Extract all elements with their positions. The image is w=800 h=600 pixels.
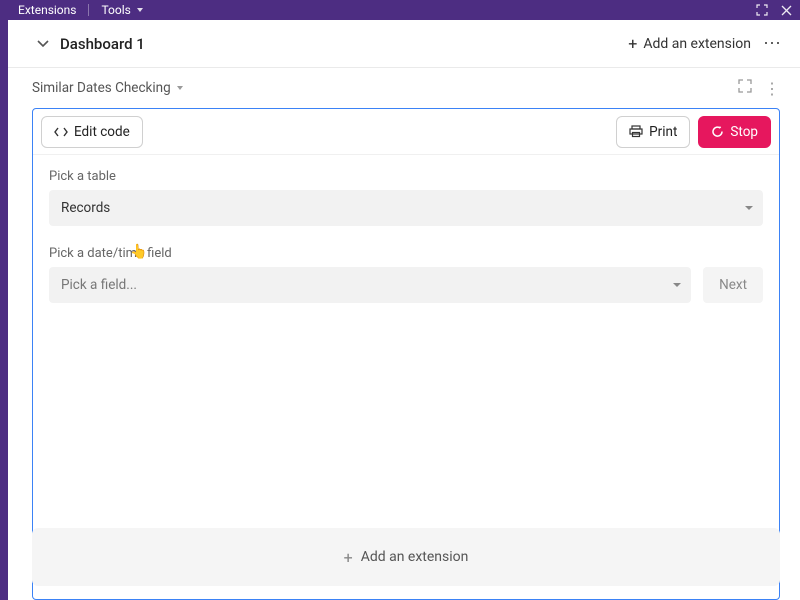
menu-extensions-label: Extensions xyxy=(18,3,76,17)
refresh-icon xyxy=(711,125,724,138)
extension-more-icon[interactable]: ⋮ xyxy=(764,79,780,98)
extension-title-row: Similar Dates Checking ⋮ xyxy=(8,68,800,108)
edit-code-label: Edit code xyxy=(74,124,130,140)
caret-down-icon xyxy=(673,283,681,287)
menu-extensions[interactable]: Extensions xyxy=(18,3,76,17)
extension-panel: Edit code Print Stop Pick a table Record… xyxy=(32,108,780,600)
table-field-label: Pick a table xyxy=(49,169,763,184)
print-icon xyxy=(629,125,643,138)
add-extension-top-label: Add an extension xyxy=(643,36,751,52)
code-icon xyxy=(54,126,68,138)
datetime-select-placeholder: Pick a field... xyxy=(61,277,137,293)
add-extension-footer-button[interactable]: + Add an extension xyxy=(32,528,780,586)
expand-icon[interactable] xyxy=(738,79,752,97)
plus-icon: + xyxy=(344,548,353,567)
app-top-bar: Extensions Tools xyxy=(0,0,800,20)
add-extension-footer-label: Add an extension xyxy=(361,549,469,565)
app-left-border xyxy=(0,0,8,600)
menu-tools[interactable]: Tools xyxy=(101,3,142,17)
extension-name-label: Similar Dates Checking xyxy=(32,80,171,96)
add-extension-top-button[interactable]: + Add an extension xyxy=(628,36,751,52)
caret-down-icon xyxy=(745,206,753,210)
table-select[interactable]: Records xyxy=(49,190,763,226)
stop-button[interactable]: Stop xyxy=(698,116,771,148)
datetime-select[interactable]: Pick a field... xyxy=(49,267,691,303)
menu-tools-label: Tools xyxy=(101,3,130,17)
chevron-down-icon xyxy=(177,86,183,90)
dashboard-header: Dashboard 1 + Add an extension ⋯ xyxy=(8,20,800,68)
stop-label: Stop xyxy=(730,124,758,140)
edit-code-button[interactable]: Edit code xyxy=(41,116,143,148)
datetime-field-label: Pick a date/time field xyxy=(49,246,763,261)
extension-toolbar: Edit code Print Stop xyxy=(33,109,779,155)
collapse-toggle[interactable] xyxy=(34,35,52,53)
chevron-down-icon xyxy=(137,8,143,12)
print-button[interactable]: Print xyxy=(616,116,690,148)
print-label: Print xyxy=(649,124,677,140)
more-menu-button[interactable]: ⋯ xyxy=(763,33,780,54)
next-button-label: Next xyxy=(719,277,747,293)
dashboard-title: Dashboard 1 xyxy=(60,35,145,53)
close-icon[interactable] xyxy=(778,2,794,18)
next-button[interactable]: Next xyxy=(703,267,763,303)
extension-name-dropdown[interactable]: Similar Dates Checking xyxy=(32,80,183,96)
menu-divider xyxy=(88,4,89,16)
fullscreen-icon[interactable] xyxy=(754,2,770,18)
table-select-value: Records xyxy=(61,200,110,216)
plus-icon: + xyxy=(628,36,637,52)
